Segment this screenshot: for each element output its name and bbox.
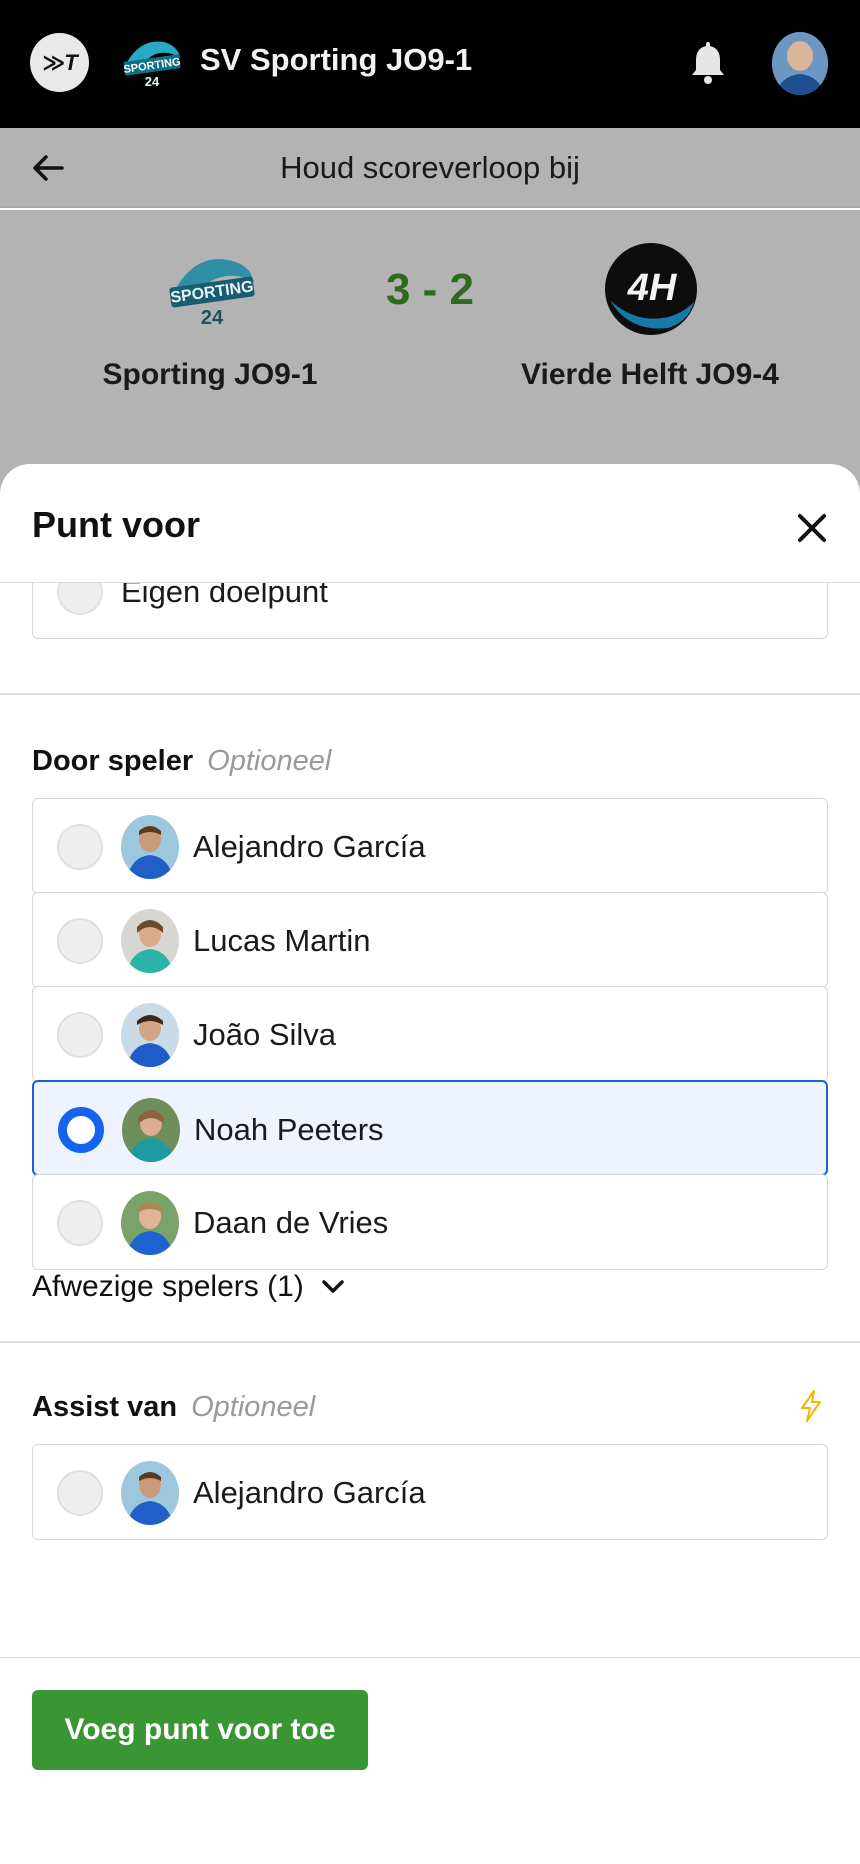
add-point-button[interactable]: Voeg punt voor toe bbox=[32, 1690, 368, 1770]
absent-players-label: Afwezige spelers (1) bbox=[32, 1270, 304, 1303]
club-name[interactable]: SV Sporting JO9-1 bbox=[200, 42, 472, 78]
page-header: Houd scoreverloop bij bbox=[0, 128, 860, 208]
own-goal-label: Eigen doelpunt bbox=[121, 583, 328, 609]
player-name: Alejandro García bbox=[193, 829, 426, 864]
brand-logo-text: ≫T bbox=[42, 49, 77, 75]
club-crest-icon: SPORTING 24 bbox=[123, 41, 181, 89]
player-avatar bbox=[122, 1098, 180, 1162]
lightning-icon[interactable] bbox=[796, 1389, 826, 1423]
assist-radio[interactable] bbox=[57, 1470, 103, 1516]
assist-optional-label: Optioneel bbox=[191, 1391, 316, 1423]
sheet-footer: Voeg punt voor toe bbox=[0, 1657, 860, 1864]
home-team-crest-icon: SPORTING 24 bbox=[169, 259, 255, 329]
score: 3 - 2 bbox=[385, 265, 475, 314]
player-avatar bbox=[121, 1191, 179, 1255]
home-team-name: Sporting JO9-1 bbox=[102, 358, 318, 391]
section-divider bbox=[0, 693, 860, 695]
own-goal-option[interactable]: Eigen doelpunt bbox=[32, 583, 828, 639]
scorer-option[interactable]: Daan de Vries bbox=[32, 1174, 828, 1270]
scorer-radio[interactable] bbox=[57, 1200, 103, 1246]
scorer-radio[interactable] bbox=[57, 824, 103, 870]
bottom-sheet: Punt voor Eigen doelpunt Door speler Opti… bbox=[0, 464, 860, 1864]
scorer-optional-label: Optioneel bbox=[207, 745, 332, 777]
player-name: Noah Peeters bbox=[194, 1112, 384, 1147]
scorer-option[interactable]: João Silva bbox=[32, 986, 828, 1082]
scorer-option[interactable]: Lucas Martin bbox=[32, 892, 828, 988]
chevron-down-icon bbox=[322, 1280, 344, 1293]
player-avatar bbox=[121, 1003, 179, 1067]
scorer-section-title: Door speler Optioneel bbox=[32, 745, 331, 778]
section-divider bbox=[0, 1341, 860, 1343]
svg-text:24: 24 bbox=[145, 74, 160, 89]
app-bar: ≫T SPORTING 24 SV Sporting JO9-1 bbox=[0, 0, 860, 128]
bell-icon[interactable] bbox=[688, 42, 728, 86]
user-avatar[interactable] bbox=[772, 32, 828, 95]
assist-option[interactable]: Alejandro García bbox=[32, 1444, 828, 1540]
svg-text:24: 24 bbox=[201, 307, 224, 329]
scorer-option[interactable]: Alejandro García bbox=[32, 798, 828, 894]
assist-section-label: Assist van bbox=[32, 1391, 178, 1423]
brand-logo[interactable]: ≫T bbox=[30, 33, 89, 92]
assist-section-title: Assist van Optioneel bbox=[32, 1391, 315, 1424]
scorer-radio[interactable] bbox=[57, 1012, 103, 1058]
own-goal-radio[interactable] bbox=[57, 583, 103, 615]
scorer-radio[interactable] bbox=[57, 918, 103, 964]
away-crest-text: 4H bbox=[627, 267, 678, 309]
away-team-name: Vierde Helft JO9-4 bbox=[521, 358, 779, 391]
sheet-title: Punt voor bbox=[32, 504, 200, 545]
away-team-crest-icon: 4H bbox=[605, 243, 697, 335]
absent-players-toggle[interactable]: Afwezige spelers (1) bbox=[32, 1270, 346, 1304]
player-avatar bbox=[121, 909, 179, 973]
sheet-scroll-area[interactable]: Eigen doelpunt Door speler Optioneel Alej… bbox=[0, 583, 860, 1589]
player-avatar bbox=[121, 815, 179, 879]
scorer-option-selected[interactable]: Noah Peeters bbox=[32, 1080, 828, 1176]
scorer-section-label: Door speler bbox=[32, 745, 194, 777]
page-title: Houd scoreverloop bij bbox=[280, 150, 580, 185]
match-summary: SPORTING 24 3 - 2 4H Sporting JO9-1 Vier… bbox=[0, 210, 860, 435]
player-name: Alejandro García bbox=[193, 1475, 426, 1510]
player-avatar bbox=[121, 1461, 179, 1525]
close-icon[interactable] bbox=[792, 508, 832, 548]
player-name: Daan de Vries bbox=[193, 1205, 389, 1240]
player-name: Lucas Martin bbox=[193, 923, 371, 958]
player-name: João Silva bbox=[193, 1017, 337, 1052]
scorer-radio-selected[interactable] bbox=[58, 1107, 104, 1153]
